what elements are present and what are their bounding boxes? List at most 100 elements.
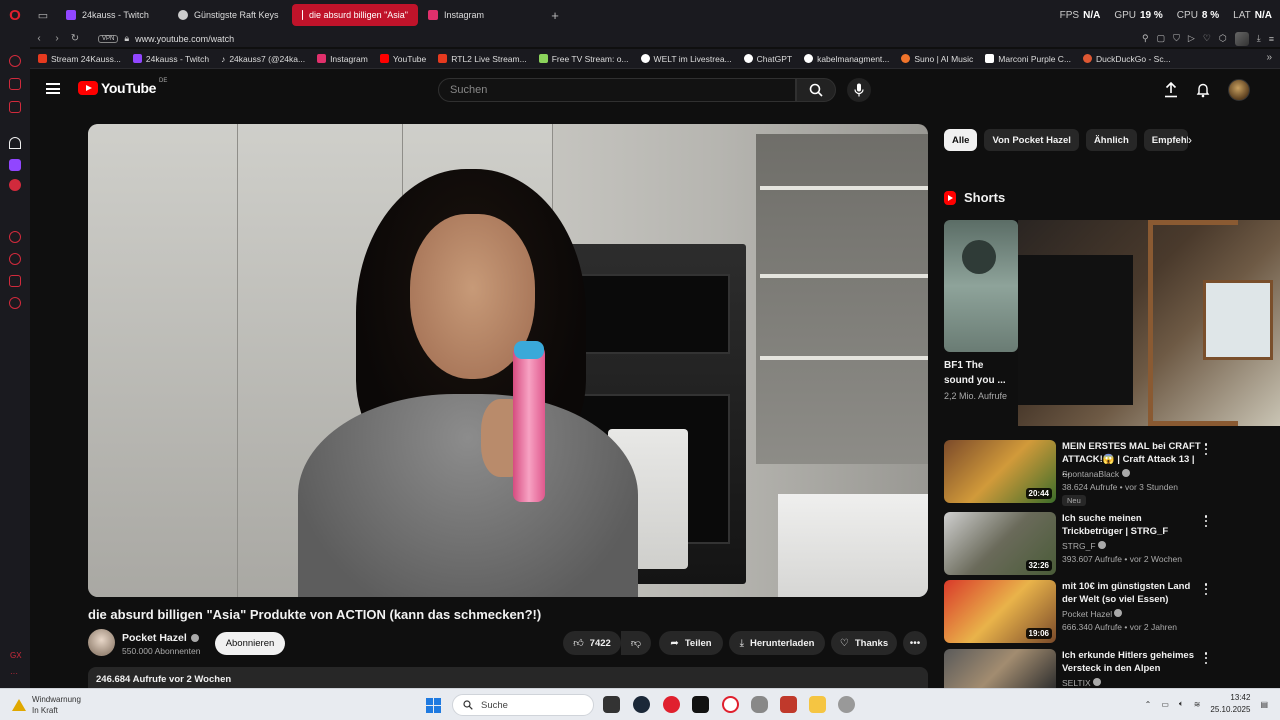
more-vertical-icon[interactable] [1204, 443, 1208, 455]
bookmark-item[interactable]: Instagram [313, 54, 372, 64]
network-icon[interactable]: ▭ [1161, 700, 1169, 709]
volume-icon[interactable]: 🔈︎ [1179, 699, 1184, 709]
tab-youtube-active[interactable]: die absurd billigen "Asia" [292, 4, 418, 26]
play-icon[interactable]: ▷ [1188, 33, 1195, 44]
like-button[interactable]: 👍︎ 7422 [563, 631, 621, 655]
more-dots-icon[interactable]: ··· [10, 669, 18, 678]
rec-channel[interactable]: SpontanaBlack [1062, 468, 1212, 481]
download-button[interactable]: ⤓ Herunterladen [729, 631, 825, 655]
chip-from-channel[interactable]: Von Pocket Hazel [984, 129, 1079, 151]
bookmark-item[interactable]: ♪ 24kauss7 (@24ka... [217, 54, 309, 64]
download-icon[interactable]: ⤓ [1257, 33, 1261, 44]
chip-similar[interactable]: Ähnlich [1085, 129, 1137, 151]
bookmark-item[interactable]: ChatGPT [740, 54, 796, 64]
rec-title[interactable]: mit 10€ im günstigsten Land der Welt (so… [1062, 580, 1202, 606]
settings-gear-icon[interactable] [838, 696, 855, 713]
rec-title[interactable]: Ich erkunde Hitlers geheimes Versteck in… [1062, 649, 1202, 675]
forward-icon[interactable]: › [48, 33, 66, 44]
opera-icon[interactable] [722, 696, 739, 713]
history-icon[interactable] [9, 253, 21, 265]
vpn-badge[interactable]: VPN [98, 34, 119, 43]
subscribe-button[interactable]: Abonnieren [215, 632, 285, 655]
gx-corner-icon[interactable] [9, 78, 21, 90]
bookmark-item[interactable]: RTL2 Live Stream... [434, 54, 530, 64]
new-tab-button[interactable]: + [544, 4, 566, 26]
opera-gx-icon[interactable] [663, 696, 680, 713]
extensions-icon[interactable]: ⬡ [1219, 33, 1227, 44]
gx-label[interactable]: GX [10, 651, 22, 660]
bookmark-item[interactable]: 24kauss - Twitch [129, 54, 213, 64]
settings-gear-icon[interactable] [9, 297, 21, 309]
account-avatar[interactable] [1228, 79, 1250, 101]
bookmark-item[interactable]: YouTube [376, 54, 430, 64]
rec-thumbnail[interactable]: 32:26 [944, 512, 1056, 575]
chip-recommended[interactable]: Empfehlungen [1143, 129, 1188, 151]
wifi-icon[interactable]: ≋ [1194, 700, 1201, 709]
notifications-bell-icon[interactable] [1196, 82, 1210, 98]
task-view-icon[interactable] [603, 696, 620, 713]
channel-name[interactable]: Pocket Hazel [122, 632, 199, 644]
dislike-button[interactable]: 👎︎ [621, 631, 651, 655]
bookmark-item[interactable]: Stream 24Kauss... [34, 54, 125, 64]
aria-icon[interactable] [9, 137, 21, 149]
gx-control-icon[interactable] [9, 55, 21, 67]
rec-channel[interactable]: SELTIX [1062, 677, 1212, 688]
heart-icon[interactable]: ♡ [1203, 33, 1211, 44]
rec-thumbnail[interactable] [944, 649, 1056, 688]
search-button[interactable] [796, 78, 836, 102]
file-explorer-icon[interactable] [809, 696, 826, 713]
chevron-up-icon[interactable]: ⌃ [1145, 700, 1152, 709]
voice-search-button[interactable] [847, 78, 871, 102]
back-icon[interactable]: ‹ [30, 33, 48, 44]
rec-channel[interactable]: STRG_F [1062, 540, 1212, 553]
share-button[interactable]: ➦ Teilen [659, 631, 723, 655]
bookmark-item[interactable]: Marconi Purple C... [981, 54, 1075, 64]
steam-icon[interactable] [633, 696, 650, 713]
taskbar-search[interactable]: Suche [452, 694, 594, 716]
extensions-icon[interactable] [9, 275, 21, 287]
short-thumbnail[interactable] [944, 220, 1018, 352]
rec-channel[interactable]: Pocket Hazel [1062, 608, 1212, 621]
pin-icon[interactable]: ⚲ [1142, 33, 1149, 44]
youtube-music-icon[interactable] [9, 179, 21, 191]
rec-title[interactable]: Ich suche meinen Trickbetrüger | STRG_F [1062, 512, 1202, 538]
profile-icon[interactable] [1234, 31, 1249, 46]
video-player[interactable] [88, 124, 928, 597]
more-vertical-icon[interactable] [1204, 583, 1208, 595]
notification-icon[interactable]: ▤ [1260, 700, 1268, 709]
more-vertical-icon[interactable] [1204, 515, 1208, 527]
menu-icon[interactable]: ≡ [1269, 34, 1274, 44]
snapshot-icon[interactable]: ▢ [1157, 33, 1166, 44]
search-input[interactable]: Suchen [438, 78, 796, 102]
tab-twitch[interactable]: 24kauss - Twitch [56, 4, 168, 26]
rec-thumbnail[interactable]: 20:44 [944, 440, 1056, 503]
youtube-logo[interactable]: YouTube DE [78, 78, 167, 96]
clock[interactable]: 13:42 25.10.2025 [1210, 692, 1250, 716]
workspaces-icon[interactable]: ▭ [30, 0, 56, 30]
thanks-button[interactable]: ♡ Thanks [831, 631, 897, 655]
bookmark-item[interactable]: Free TV Stream: o... [535, 54, 633, 64]
gx-messenger-icon[interactable] [9, 101, 21, 113]
mouse-app-icon[interactable] [751, 696, 768, 713]
channel-avatar[interactable] [88, 629, 115, 656]
opera-gx-logo-icon[interactable]: O [0, 0, 30, 30]
rec-thumbnail[interactable]: 19:06 [944, 580, 1056, 643]
floating-video-overlay[interactable] [1018, 220, 1280, 426]
bookmark-item[interactable]: kabelmanagment... [800, 54, 893, 64]
reload-icon[interactable]: ↻ [66, 33, 84, 44]
app-icon[interactable] [780, 696, 797, 713]
tab-raft-keys[interactable]: Günstigste Raft Keys [168, 4, 292, 26]
hamburger-menu-icon[interactable] [46, 83, 60, 94]
epic-games-icon[interactable] [692, 696, 709, 713]
more-actions-button[interactable]: ••• [903, 631, 927, 655]
shield-icon[interactable]: ⛉ [1173, 33, 1180, 44]
chevron-right-icon[interactable]: » [1266, 52, 1272, 63]
chip-all[interactable]: Alle [944, 129, 978, 151]
weather-widget[interactable]: Windwarnung In Kraft [12, 694, 81, 716]
upload-icon[interactable] [1164, 82, 1178, 98]
bookmark-item[interactable]: DuckDuckGo - Sc... [1079, 54, 1175, 64]
more-vertical-icon[interactable] [1204, 652, 1208, 664]
chevron-right-icon[interactable]: › [1188, 133, 1192, 147]
short-title[interactable]: BF1 The sound you ... [944, 358, 1014, 388]
bookmark-item[interactable]: WELT im Livestrea... [637, 54, 736, 64]
